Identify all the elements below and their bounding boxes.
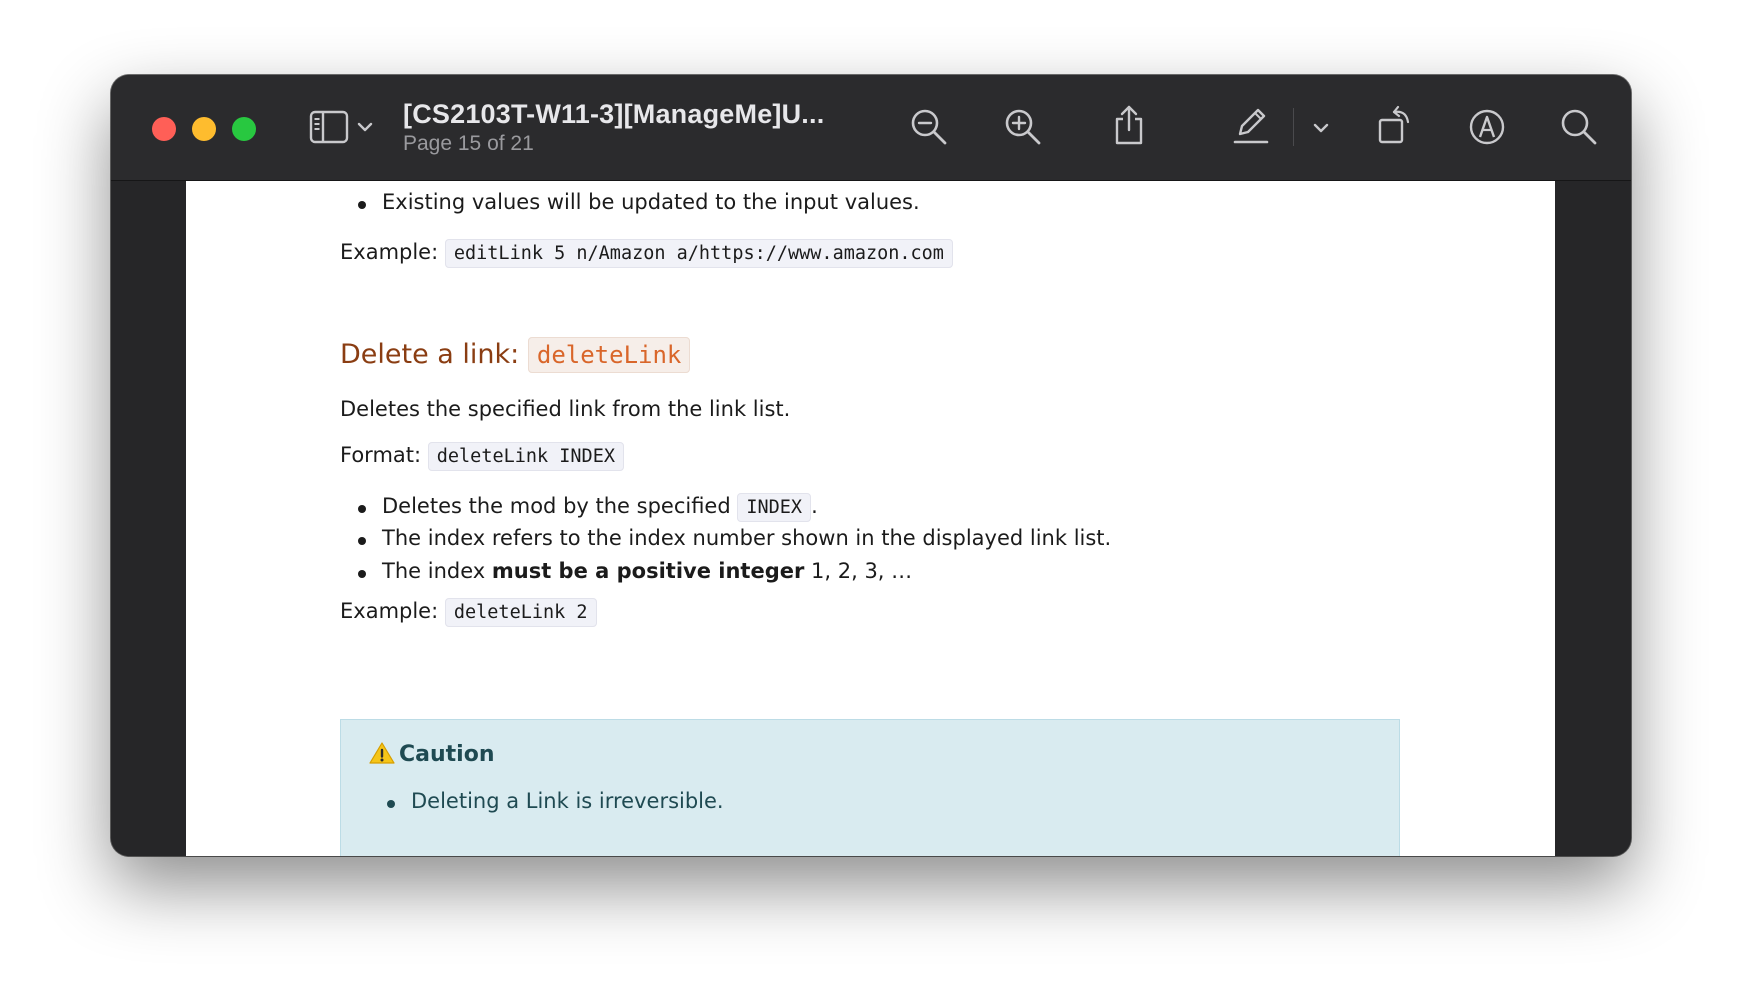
close-button[interactable] xyxy=(152,117,176,141)
section-heading: Delete a link: deleteLink xyxy=(340,337,691,373)
bullet-text: The index refers to the index number sho… xyxy=(382,526,1112,550)
caution-heading: Caution xyxy=(369,741,495,767)
rotate-icon[interactable] xyxy=(1375,103,1415,147)
example-code: editLink 5 n/Amazon a/https://www.amazon… xyxy=(444,239,953,268)
search-icon[interactable] xyxy=(1559,107,1599,147)
example-label: Example: xyxy=(340,240,439,264)
bullet-text: . xyxy=(811,494,818,518)
preview-window: [CS2103T-W11-3][ManageMe]U... Page 15 of… xyxy=(111,75,1631,856)
warning-icon xyxy=(369,742,395,764)
list-item: The index refers to the index number sho… xyxy=(357,526,1112,550)
share-icon[interactable] xyxy=(1111,103,1147,147)
pdf-page: Existing values will be updated to the i… xyxy=(186,181,1555,856)
bullet-text: Deletes the mod by the specified xyxy=(382,494,731,518)
zoom-button[interactable] xyxy=(232,117,256,141)
bullet-text: The index xyxy=(382,559,486,583)
list-item: Deletes the mod by the specified INDEX. xyxy=(358,493,818,522)
title-bar: [CS2103T-W11-3][ManageMe]U... Page 15 of… xyxy=(111,75,1631,181)
example-line: Example: deleteLink 2 xyxy=(340,598,597,627)
annotate-icon[interactable] xyxy=(1467,107,1507,147)
format-line: Format: deleteLink INDEX xyxy=(340,442,624,471)
caution-item-text: Deleting a Link is irreversible. xyxy=(411,789,724,813)
bullet-text: Existing values will be updated to the i… xyxy=(382,190,920,214)
chevron-down-icon[interactable] xyxy=(1311,121,1331,135)
heading-code: deleteLink xyxy=(527,337,691,373)
format-code: deleteLink INDEX xyxy=(427,442,624,471)
chevron-down-icon[interactable] xyxy=(355,119,375,135)
page-indicator: Page 15 of 21 xyxy=(403,132,534,155)
format-label: Format: xyxy=(340,443,422,467)
caution-title: Caution xyxy=(399,742,495,767)
example-label: Example: xyxy=(340,599,439,623)
document-viewport[interactable]: Existing values will be updated to the i… xyxy=(111,181,1631,856)
heading-text: Delete a link: xyxy=(340,339,520,370)
example-code: deleteLink 2 xyxy=(444,598,597,627)
bullet-text: 1, 2, 3, … xyxy=(811,559,913,583)
list-item: Existing values will be updated to the i… xyxy=(358,190,920,214)
sidebar-icon[interactable] xyxy=(308,108,350,146)
zoom-in-icon[interactable] xyxy=(1003,107,1043,147)
toolbar-divider xyxy=(1293,108,1294,146)
zoom-out-icon[interactable] xyxy=(909,107,949,147)
markup-pen-icon[interactable] xyxy=(1231,103,1271,147)
bullet-bold-text: must be a positive integer xyxy=(491,559,805,583)
list-item: The index must be a positive integer 1, … xyxy=(357,559,913,583)
section-description: Deletes the specified link from the link… xyxy=(340,397,791,421)
bullet-code: INDEX xyxy=(737,493,812,522)
caution-box: Caution Deleting a Link is irreversible. xyxy=(340,719,1400,856)
minimize-button[interactable] xyxy=(192,117,216,141)
document-title: [CS2103T-W11-3][ManageMe]U... xyxy=(403,99,825,129)
list-item: Deleting a Link is irreversible. xyxy=(387,789,724,813)
example-line: Example: editLink 5 n/Amazon a/https://w… xyxy=(340,239,953,268)
